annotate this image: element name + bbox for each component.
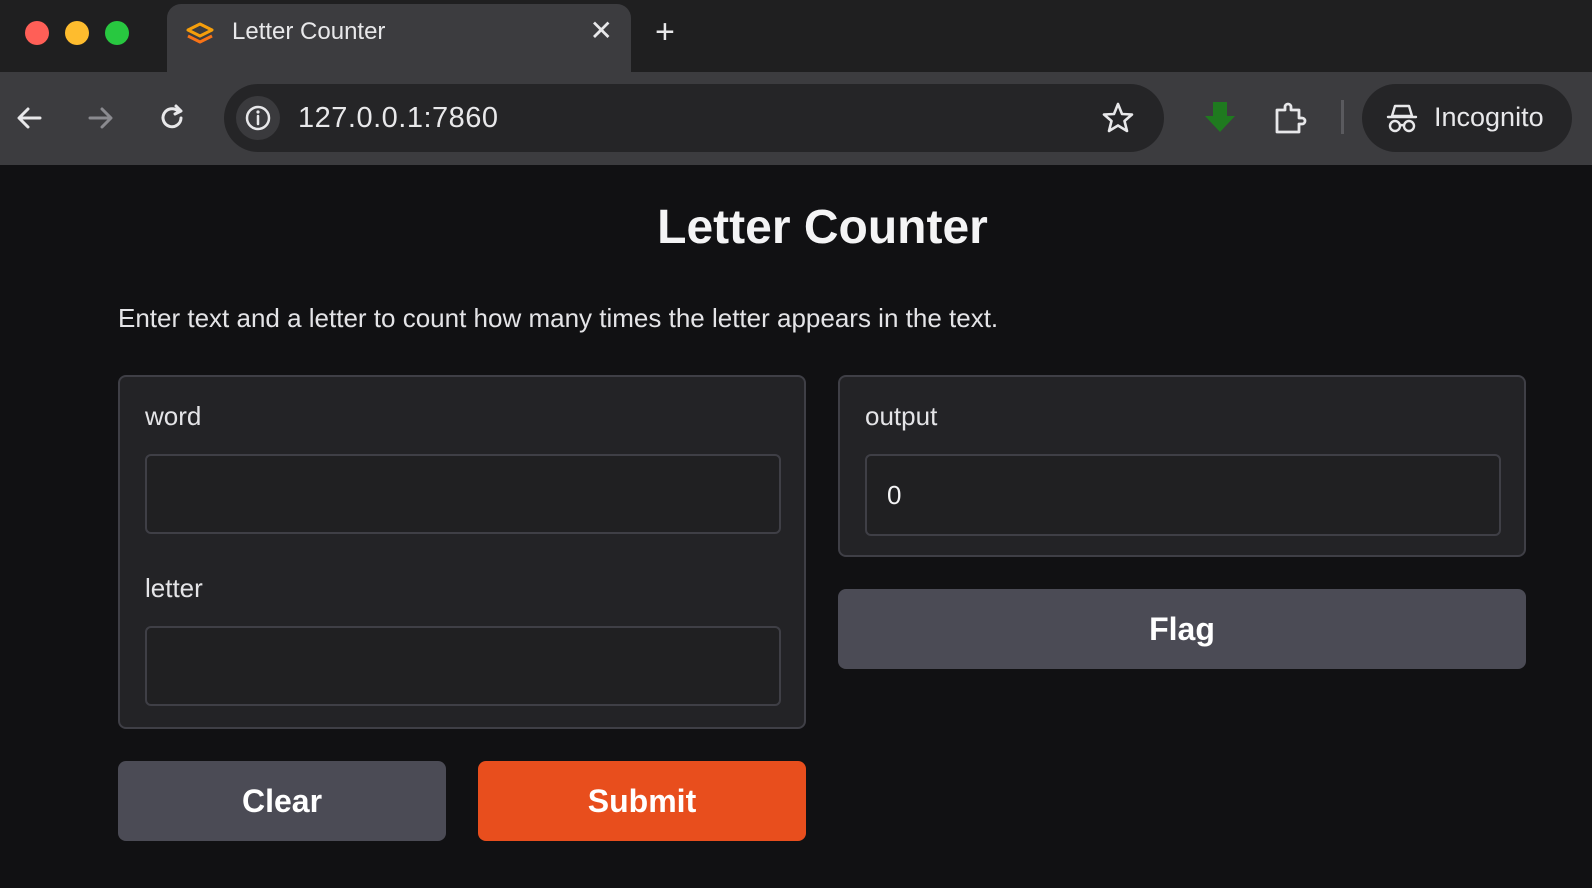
page-title: Letter Counter bbox=[657, 201, 988, 254]
tab-title: Letter Counter bbox=[232, 18, 386, 45]
browser-tab-bar: Letter Counter ✕ + bbox=[0, 0, 1592, 72]
flag-button[interactable]: Flag bbox=[838, 589, 1526, 669]
submit-button[interactable]: Submit bbox=[478, 761, 806, 841]
incognito-icon bbox=[1386, 104, 1418, 133]
gradio-logo-icon bbox=[186, 22, 214, 44]
input-panel: word letter bbox=[118, 375, 806, 729]
forward-icon[interactable] bbox=[82, 100, 118, 136]
output-field[interactable]: 0 bbox=[865, 454, 1501, 536]
bookmark-star-icon[interactable] bbox=[1100, 100, 1136, 136]
output-value: 0 bbox=[887, 480, 902, 510]
site-info-icon bbox=[245, 105, 271, 131]
site-info-button[interactable] bbox=[236, 96, 280, 140]
new-tab-icon[interactable]: + bbox=[655, 12, 675, 52]
address-bar[interactable]: 127.0.0.1:7860 bbox=[224, 84, 1164, 152]
word-label: word bbox=[145, 401, 202, 431]
extensions-icon[interactable] bbox=[1270, 98, 1310, 138]
minimize-window-button[interactable] bbox=[65, 21, 89, 45]
word-input[interactable] bbox=[145, 454, 781, 534]
clear-button[interactable]: Clear bbox=[118, 761, 446, 841]
output-panel: output 0 bbox=[838, 375, 1526, 557]
maximize-window-button[interactable] bbox=[105, 21, 129, 45]
close-tab-icon[interactable]: ✕ bbox=[590, 16, 613, 46]
download-icon[interactable] bbox=[1200, 98, 1240, 138]
incognito-badge[interactable]: Incognito bbox=[1362, 84, 1572, 152]
browser-toolbar: 127.0.0.1:7860 Incognito bbox=[0, 72, 1592, 165]
reload-icon[interactable] bbox=[154, 100, 190, 136]
close-window-button[interactable] bbox=[25, 21, 49, 45]
incognito-label: Incognito bbox=[1434, 102, 1544, 132]
letter-label: letter bbox=[145, 573, 203, 603]
letter-input[interactable] bbox=[145, 626, 781, 706]
url-text[interactable]: 127.0.0.1:7860 bbox=[298, 102, 499, 135]
toolbar-divider bbox=[1341, 100, 1344, 134]
page-description: Enter text and a letter to count how man… bbox=[118, 303, 999, 333]
back-icon[interactable] bbox=[12, 100, 48, 136]
browser-tab[interactable]: Letter Counter ✕ bbox=[167, 4, 631, 72]
output-label: output bbox=[865, 401, 938, 431]
